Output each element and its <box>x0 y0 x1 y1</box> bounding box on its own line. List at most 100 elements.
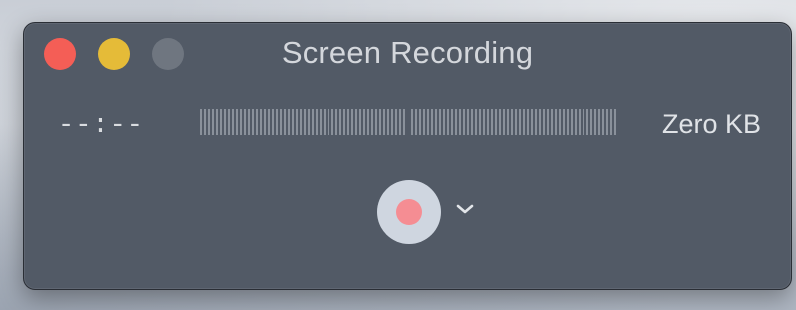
level-segment <box>566 109 569 135</box>
level-segment <box>267 109 270 135</box>
window-title: Screen Recording <box>281 35 534 70</box>
level-segment <box>291 109 294 135</box>
level-segment <box>347 109 350 135</box>
level-segment <box>550 109 553 135</box>
level-segment <box>219 109 222 135</box>
level-segment <box>423 109 426 135</box>
level-segment <box>295 109 298 135</box>
level-segment <box>427 109 430 135</box>
level-segment <box>478 109 481 135</box>
level-segment <box>263 109 266 135</box>
record-button[interactable] <box>377 180 441 244</box>
level-segment <box>399 109 402 135</box>
level-segment <box>319 109 322 135</box>
level-segment <box>215 109 218 135</box>
level-segment <box>474 109 477 135</box>
level-segment <box>526 109 529 135</box>
level-segment <box>251 109 254 135</box>
level-segment <box>335 109 338 135</box>
level-segment <box>518 109 521 135</box>
level-segment <box>351 109 354 135</box>
level-segment <box>371 109 374 135</box>
level-segment <box>582 109 585 135</box>
level-segment <box>439 109 442 135</box>
level-segment <box>594 109 597 135</box>
level-segment <box>403 109 406 135</box>
level-segment <box>211 109 214 135</box>
level-segment <box>379 109 382 135</box>
level-segment <box>243 109 246 135</box>
level-segment <box>558 109 561 135</box>
level-segment <box>530 109 533 135</box>
level-segment <box>578 109 581 135</box>
level-segment <box>514 109 517 135</box>
level-segment <box>367 109 370 135</box>
level-segment <box>279 109 282 135</box>
level-segment <box>315 109 318 135</box>
level-segment <box>451 109 453 135</box>
level-segment <box>546 109 549 135</box>
level-segment <box>203 109 206 135</box>
level-segment <box>482 109 485 135</box>
level-segment <box>490 109 493 135</box>
level-segment <box>590 109 593 135</box>
options-button[interactable] <box>454 203 476 219</box>
level-segment <box>506 109 509 135</box>
level-segment <box>311 109 314 135</box>
level-segment <box>470 109 473 135</box>
level-segment <box>447 109 450 135</box>
level-segment <box>494 109 497 135</box>
level-segment <box>307 109 310 135</box>
level-segment <box>200 109 202 135</box>
level-segment <box>455 109 457 135</box>
level-segment <box>554 109 557 135</box>
level-segment <box>375 109 378 135</box>
level-segment <box>359 109 362 135</box>
level-segment <box>502 109 505 135</box>
level-segment <box>411 109 414 135</box>
level-segment <box>538 109 541 135</box>
level-segment <box>462 109 465 135</box>
level-segment <box>343 109 346 135</box>
level-segment <box>323 109 326 135</box>
level-segment <box>606 109 609 135</box>
level-segment <box>395 109 398 135</box>
level-segment <box>522 109 525 135</box>
level-segment <box>602 109 605 135</box>
level-segment <box>355 109 358 135</box>
level-segment <box>466 109 469 135</box>
level-segment <box>387 109 390 135</box>
level-segment <box>207 109 210 135</box>
level-segment <box>574 109 577 135</box>
level-segment <box>383 109 386 135</box>
level-segment <box>235 109 238 135</box>
chevron-down-icon <box>455 202 475 220</box>
level-segment <box>299 109 302 135</box>
level-segment <box>303 109 306 135</box>
screen-recording-window: Screen Recording --:-- Zero KB <box>23 22 792 290</box>
level-segment <box>271 109 274 135</box>
level-segment <box>259 109 262 135</box>
level-segment <box>498 109 501 135</box>
level-segment <box>275 109 278 135</box>
level-segment <box>247 109 250 135</box>
file-size: Zero KB <box>661 109 761 139</box>
level-segment <box>339 109 342 135</box>
level-segment <box>327 109 330 135</box>
level-segment <box>610 109 613 135</box>
level-segment <box>391 109 394 135</box>
level-segment <box>562 109 565 135</box>
level-segment <box>570 109 573 135</box>
level-segment <box>458 109 461 135</box>
level-segment <box>443 109 446 135</box>
level-segment <box>542 109 545 135</box>
level-segment <box>283 109 286 135</box>
level-segment <box>239 109 242 135</box>
level-segment <box>419 109 422 135</box>
level-segment <box>598 109 601 135</box>
level-segment <box>415 109 418 135</box>
level-segment <box>510 109 513 135</box>
level-segment <box>435 109 438 135</box>
level-segment <box>255 109 258 135</box>
level-segment <box>287 109 290 135</box>
